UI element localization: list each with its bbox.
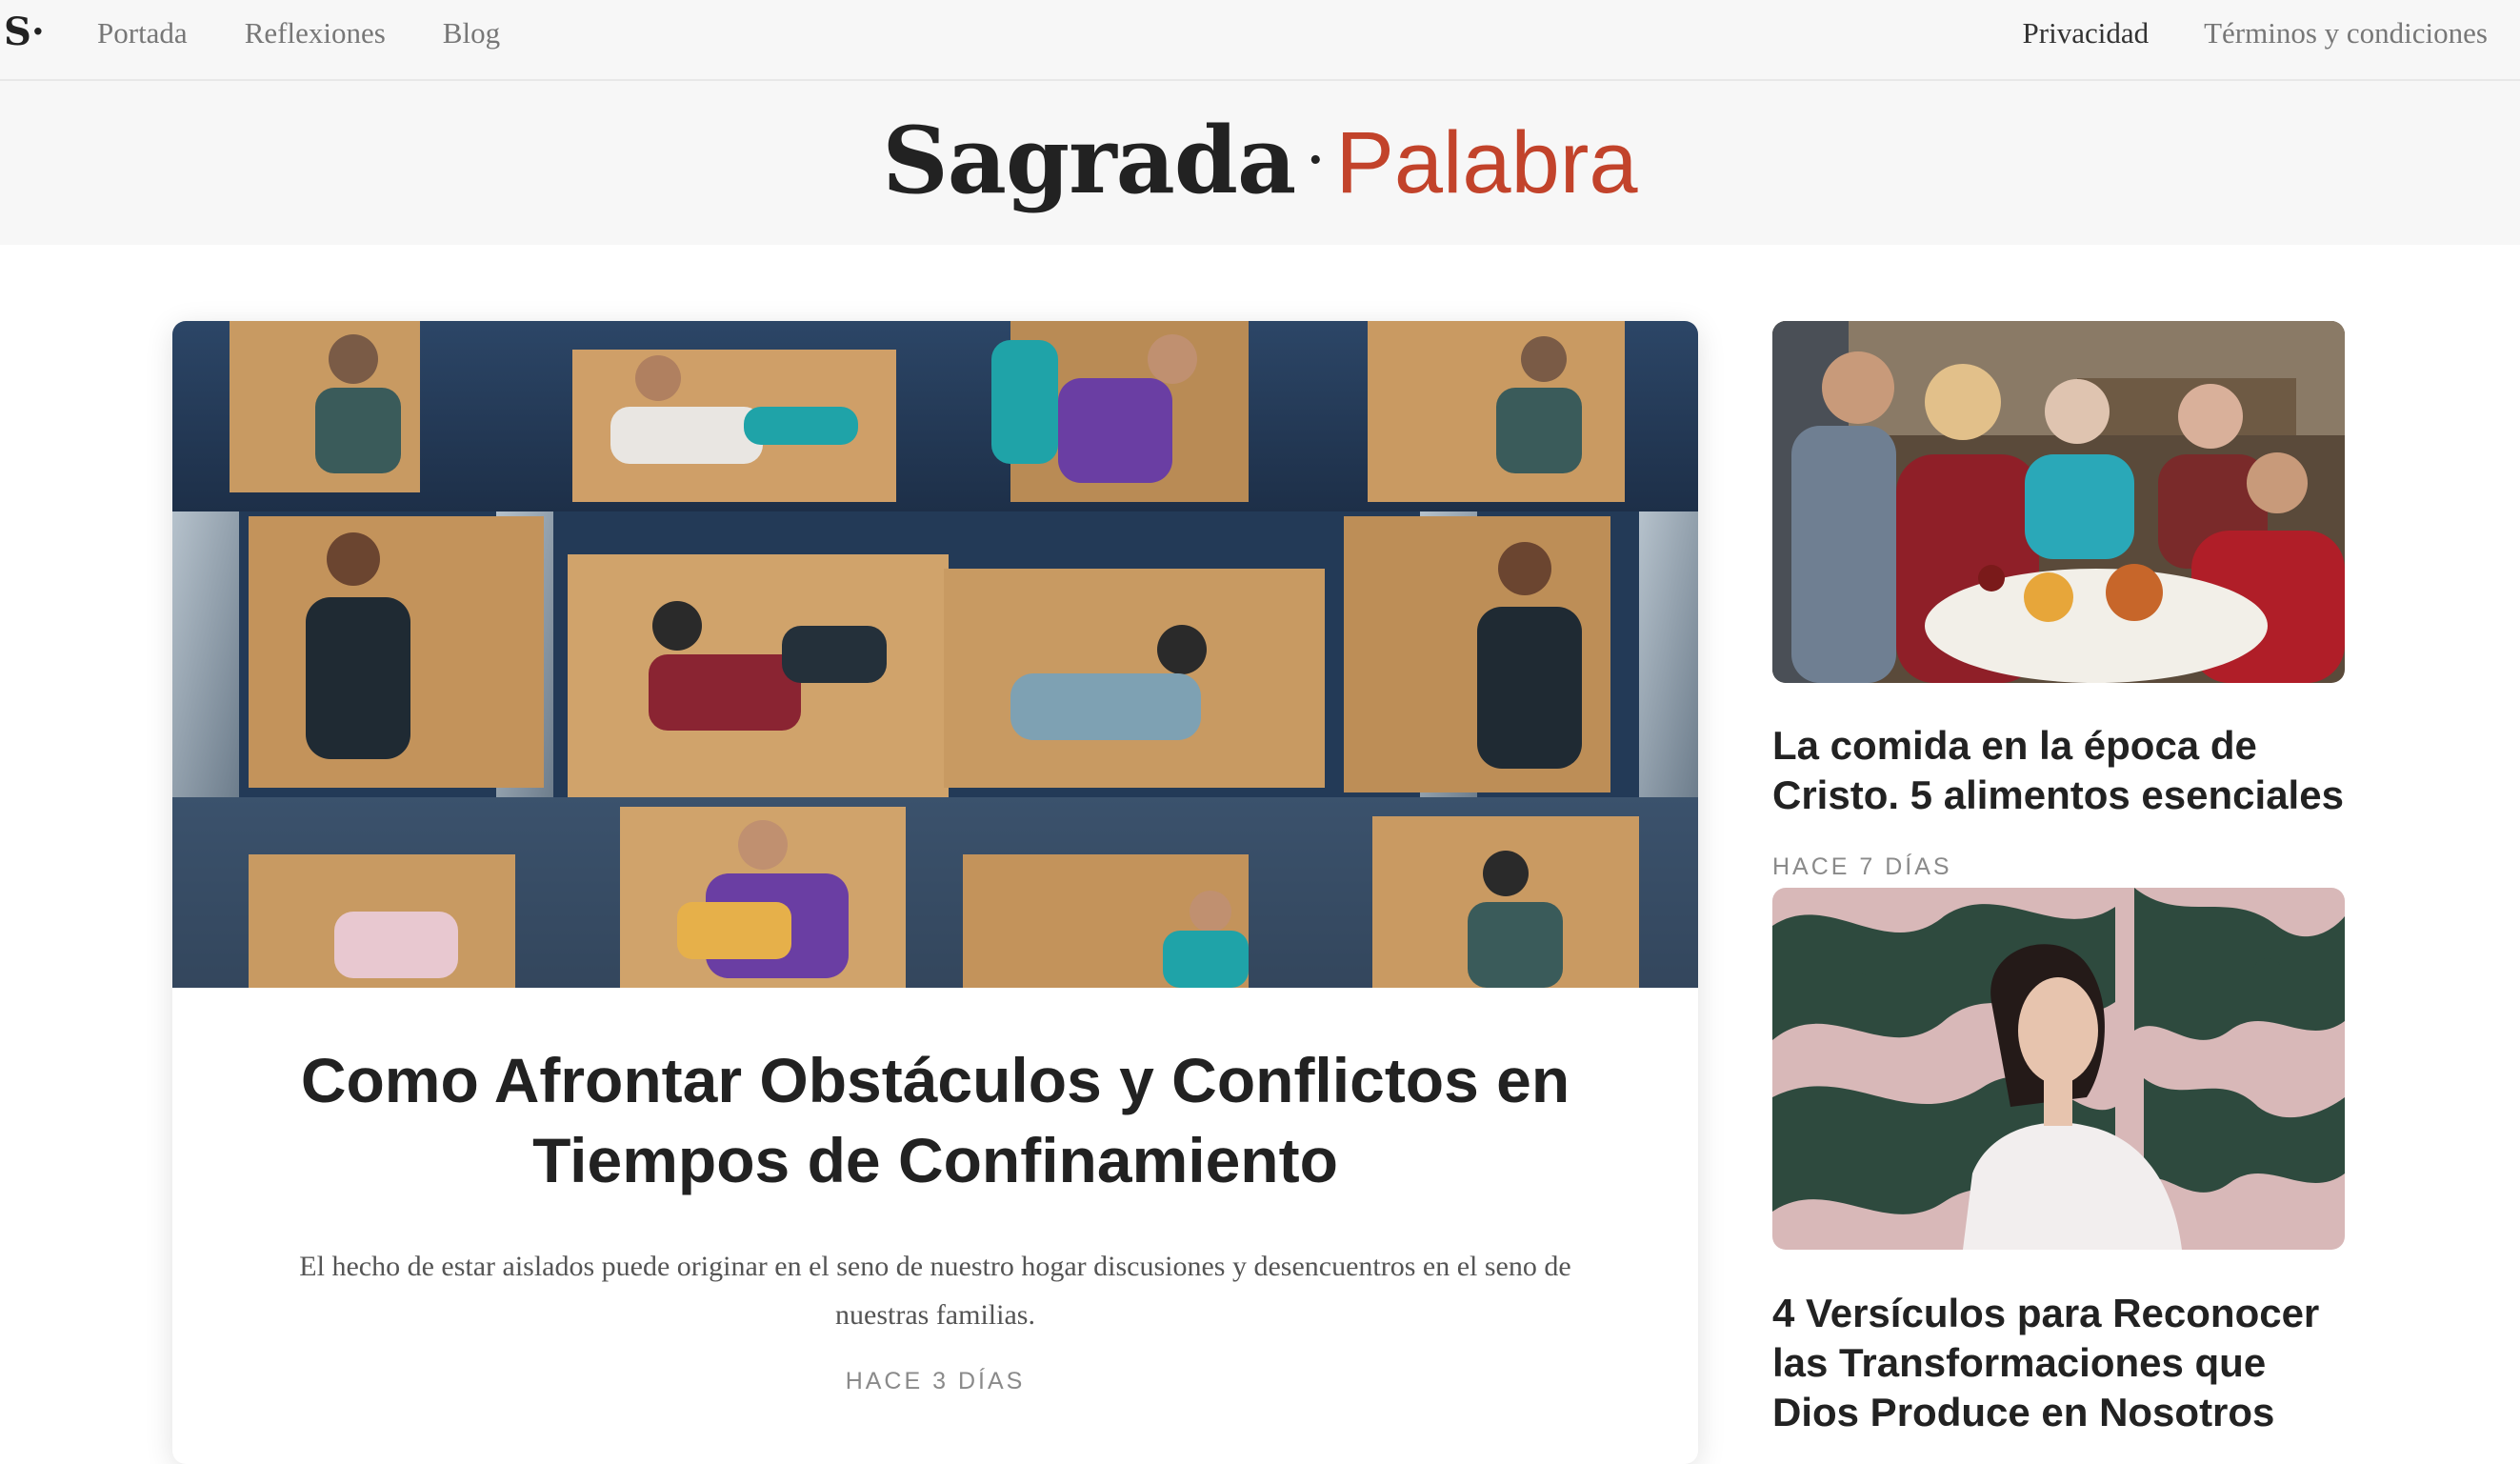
nav-link-blog[interactable]: Blog [443, 16, 500, 50]
logo-word-palabra: Palabra [1335, 114, 1638, 211]
logo-word-sagrada: Sagrada [882, 107, 1296, 214]
family-praying-at-dinner-photo-icon [1772, 321, 2345, 683]
featured-article-card[interactable]: Como Afrontar Obstáculos y Conflictos en… [172, 321, 1698, 1464]
sidebar-article-1-date: HACE 7 DÍAS [1772, 853, 1952, 880]
nav-link-portada[interactable]: Portada [97, 16, 188, 50]
sidebar-article-1-image[interactable] [1772, 321, 2345, 683]
nav-link-terminos[interactable]: Términos y condiciones [2204, 16, 2488, 50]
top-navigation: S· Portada Reflexiones Blog Privacidad T… [0, 0, 2520, 81]
brand-logo-mark[interactable]: S· [4, 11, 45, 53]
site-logo[interactable]: Sagrada · Palabra [0, 108, 2520, 241]
sidebar-article-2-image[interactable] [1772, 888, 2345, 1250]
featured-image[interactable] [172, 321, 1698, 988]
featured-article-date: HACE 3 DÍAS [845, 1368, 1026, 1394]
people-in-boxes-collage-icon [172, 321, 1698, 988]
nav-link-privacidad[interactable]: Privacidad [2023, 16, 2150, 50]
primary-nav: Portada Reflexiones Blog [97, 0, 500, 67]
secondary-nav: Privacidad Términos y condiciones [2023, 0, 2488, 67]
featured-article-excerpt: El hecho de estar aislados puede origina… [299, 1251, 1571, 1331]
nav-link-reflexiones[interactable]: Reflexiones [245, 16, 386, 50]
sidebar-article-2-title[interactable]: 4 Versículos para Reconocer las Transfor… [1772, 1289, 2353, 1437]
logo-separator: · [1305, 121, 1327, 199]
featured-article-title[interactable]: Como Afrontar Obstáculos y Conflictos en… [230, 1040, 1641, 1200]
woman-against-mural-photo-icon [1772, 888, 2345, 1250]
masthead: Sagrada · Palabra [0, 81, 2520, 245]
sidebar-article-1-title[interactable]: La comida en la época de Cristo. 5 alime… [1772, 721, 2353, 820]
